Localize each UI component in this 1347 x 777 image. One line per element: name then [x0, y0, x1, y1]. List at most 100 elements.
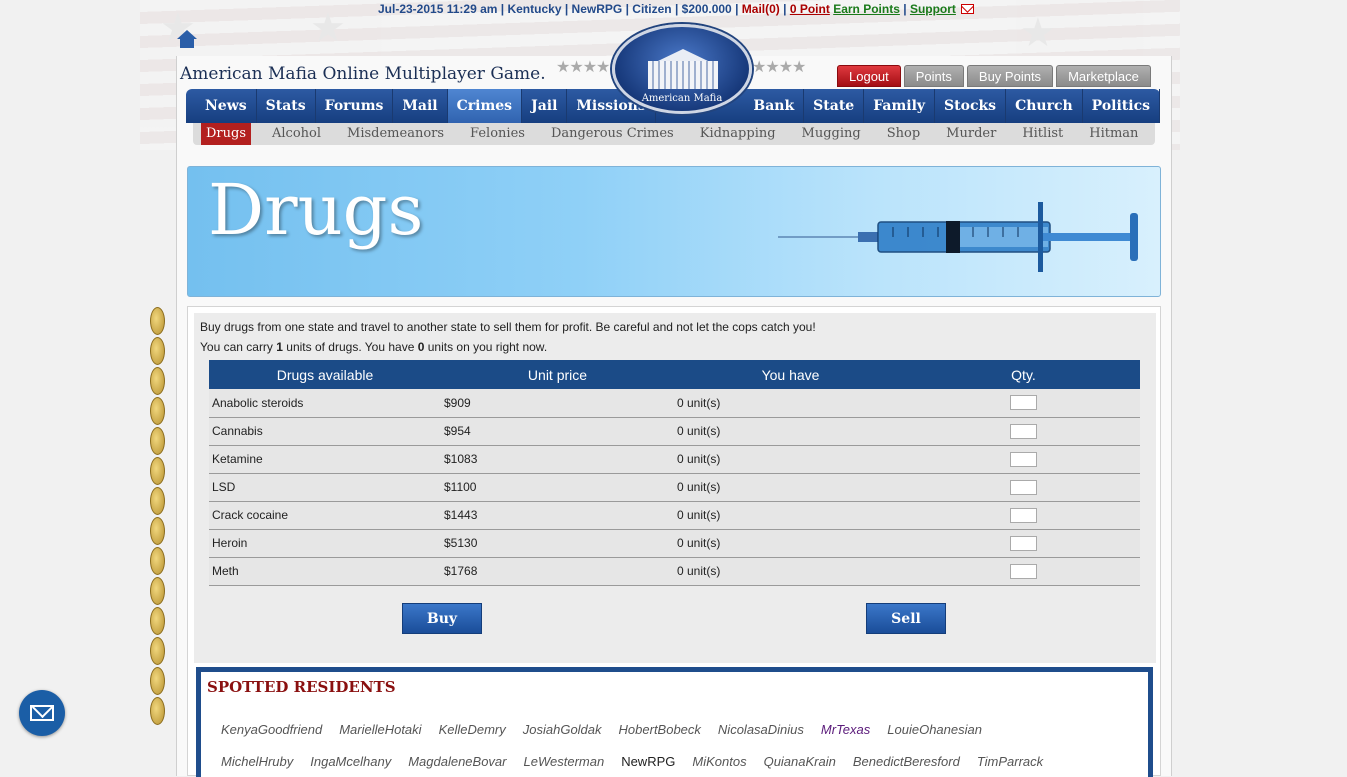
qty-input[interactable]	[1010, 395, 1037, 411]
nav-family[interactable]: Family	[864, 89, 936, 123]
subnav-drugs[interactable]: Drugs	[201, 123, 252, 145]
top-buttons: Logout Points Buy Points Marketplace	[837, 65, 1151, 87]
earn-points-link[interactable]: Earn Points	[833, 2, 900, 16]
envelope-icon[interactable]	[961, 4, 975, 14]
resident-link[interactable]: NicolasaDinius	[718, 722, 804, 737]
points-link[interactable]: 0 Point	[790, 2, 830, 16]
page-title: Drugs	[208, 169, 424, 251]
col-you-have: You have	[674, 360, 907, 389]
subnav-hitlist[interactable]: Hitlist	[1009, 123, 1076, 145]
resident-link[interactable]: MarielleHotaki	[339, 722, 421, 737]
syringe-icon	[778, 202, 1138, 272]
nav-crimes[interactable]: Crimes	[447, 89, 523, 123]
resident-link[interactable]: KenyaGoodfriend	[221, 722, 322, 737]
units-owned: 0 unit(s)	[674, 501, 907, 530]
page-banner: Drugs	[187, 166, 1161, 297]
table-row: Anabolic steroids $909 0 unit(s)	[209, 389, 1140, 418]
qty-input[interactable]	[1010, 507, 1037, 523]
mail-link[interactable]: Mail(0)	[742, 2, 780, 16]
table-row: LSD $1100 0 unit(s)	[209, 473, 1140, 502]
table-row: Heroin $5130 0 unit(s)	[209, 529, 1140, 558]
resident-link[interactable]: MrTexas	[821, 722, 870, 737]
qty-input[interactable]	[1010, 479, 1037, 495]
carry-limit: 1	[276, 340, 283, 354]
nav-church[interactable]: Church	[1006, 89, 1083, 123]
home-icon[interactable]	[177, 30, 197, 48]
support-link[interactable]: Support	[910, 2, 956, 16]
drugs-table: Drugs available Unit price You have Qty.…	[209, 360, 1140, 586]
unit-price: $909	[441, 389, 674, 418]
drug-name: Cannabis	[209, 417, 441, 446]
logo-caption: American Mafia	[641, 93, 723, 104]
crimes-subnav: Drugs Alcohol Misdemeanors Felonies Dang…	[193, 123, 1155, 145]
nav-mail[interactable]: Mail	[393, 89, 448, 123]
units-owned: 0 unit(s)	[674, 389, 907, 418]
drug-name: LSD	[209, 473, 441, 502]
message-icon[interactable]	[19, 690, 65, 736]
nav-forums[interactable]: Forums	[316, 89, 394, 123]
logout-button[interactable]: Logout	[837, 65, 901, 87]
qty-input[interactable]	[1010, 423, 1037, 439]
drug-name: Heroin	[209, 529, 441, 558]
money: $200.000	[681, 2, 732, 16]
spotted-row: KenyaGoodfriend MarielleHotaki KelleDemry J…	[221, 722, 982, 737]
points-button[interactable]: Points	[903, 65, 964, 87]
nav-stats[interactable]: Stats	[257, 89, 316, 123]
unit-price: $5130	[441, 529, 674, 558]
buy-points-button[interactable]: Buy Points	[966, 65, 1054, 87]
current-state: Kentucky	[507, 2, 562, 16]
nav-state[interactable]: State	[804, 89, 865, 123]
units-owned: 0 unit(s)	[674, 529, 907, 558]
nav-stocks[interactable]: Stocks	[935, 89, 1007, 123]
intro-text: Buy drugs from one state and travel to a…	[200, 320, 816, 354]
date-time: Jul-23-2015 11:29 am	[378, 2, 498, 16]
qty-input[interactable]	[1010, 451, 1037, 467]
subnav-alcohol[interactable]: Alcohol	[259, 123, 334, 145]
qty-input[interactable]	[1010, 535, 1037, 551]
subnav-mugging[interactable]: Mugging	[789, 123, 874, 145]
drug-name: Ketamine	[209, 445, 441, 474]
star-decoration-icon: ★	[310, 6, 346, 50]
table-row: Cannabis $954 0 unit(s)	[209, 417, 1140, 446]
status-bar: Jul-23-2015 11:29 am | Kentucky | NewRPG…	[378, 2, 975, 16]
units-owned: 0 unit(s)	[674, 445, 907, 474]
nav-bank[interactable]: Bank	[744, 89, 805, 123]
subnav-hitman[interactable]: Hitman	[1076, 123, 1151, 145]
subnav-murder[interactable]: Murder	[933, 123, 1009, 145]
col-unit-price: Unit price	[441, 360, 674, 389]
site-logo[interactable]: American Mafia	[612, 24, 752, 114]
rank: Citizen	[632, 2, 672, 16]
drug-name: Meth	[209, 557, 441, 586]
table-row: Meth $1768 0 unit(s)	[209, 557, 1140, 586]
marketplace-button[interactable]: Marketplace	[1056, 65, 1151, 87]
subnav-shop[interactable]: Shop	[874, 123, 933, 145]
star-decoration-icon: ★	[1020, 11, 1056, 55]
nav-jail[interactable]: Jail	[522, 89, 568, 123]
nav-politics[interactable]: Politics	[1083, 89, 1160, 123]
resident-link[interactable]: HobertBobeck	[619, 722, 701, 737]
nav-news[interactable]: News	[196, 89, 257, 123]
spotted-heading: SPOTTED RESIDENTS	[207, 678, 396, 696]
subnav-felonies[interactable]: Felonies	[457, 123, 538, 145]
resident-link[interactable]: JosiahGoldak	[523, 722, 602, 737]
drug-name: Anabolic steroids	[209, 389, 441, 418]
subnav-dangerous-crimes[interactable]: Dangerous Crimes	[538, 123, 687, 145]
resident-link[interactable]: LouieOhanesian	[887, 722, 982, 737]
qty-input[interactable]	[1010, 563, 1037, 579]
units-owned: 0 unit(s)	[674, 417, 907, 446]
table-row: Crack cocaine $1443 0 unit(s)	[209, 501, 1140, 530]
username[interactable]: NewRPG	[572, 2, 623, 16]
drugs-panel: Buy drugs from one state and travel to a…	[194, 313, 1156, 663]
white-house-icon	[648, 49, 718, 89]
col-qty: Qty.	[907, 360, 1140, 389]
unit-price: $1100	[441, 473, 674, 502]
unit-price: $1443	[441, 501, 674, 530]
subnav-misdemeanors[interactable]: Misdemeanors	[334, 123, 457, 145]
subnav-kidnapping[interactable]: Kidnapping	[687, 123, 789, 145]
unit-price: $1768	[441, 557, 674, 586]
sell-button[interactable]: Sell	[866, 603, 946, 634]
unit-price: $954	[441, 417, 674, 446]
site-title: American Mafia Online Multiplayer Game.	[180, 64, 546, 84]
resident-link[interactable]: KelleDemry	[439, 722, 506, 737]
buy-button[interactable]: Buy	[402, 603, 482, 634]
